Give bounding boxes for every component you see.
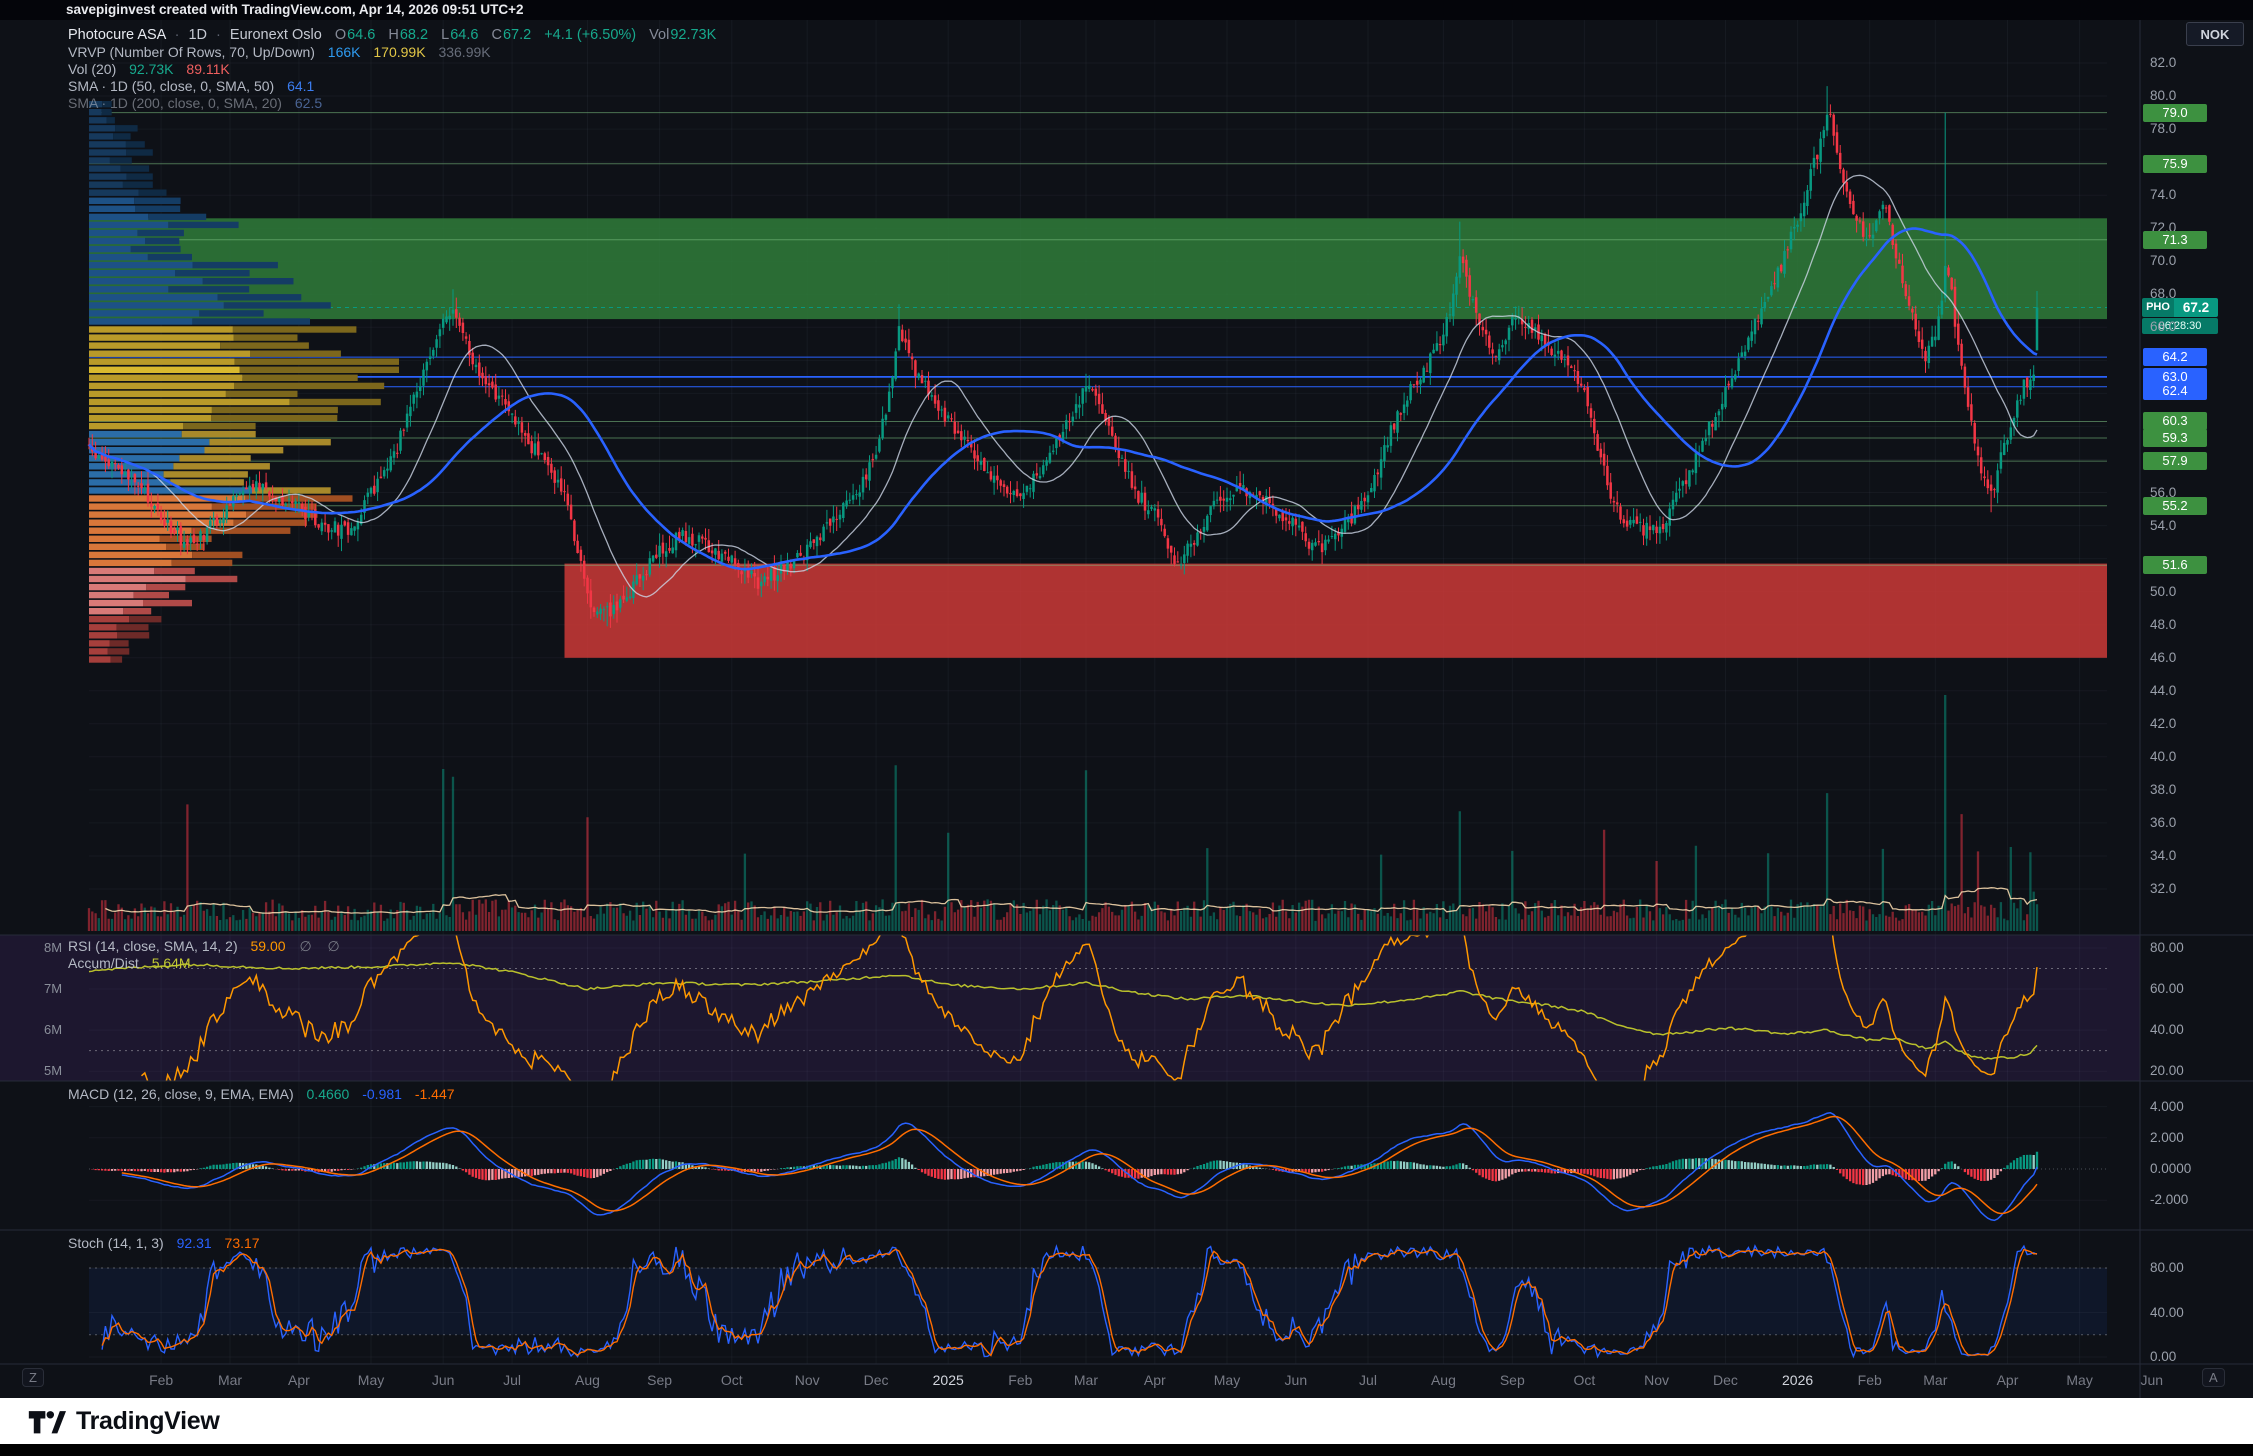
chart-canvas[interactable] — [0, 0, 2253, 1456]
tradingview-chart-window: savepiginvest created with TradingView.c… — [0, 0, 2253, 1456]
